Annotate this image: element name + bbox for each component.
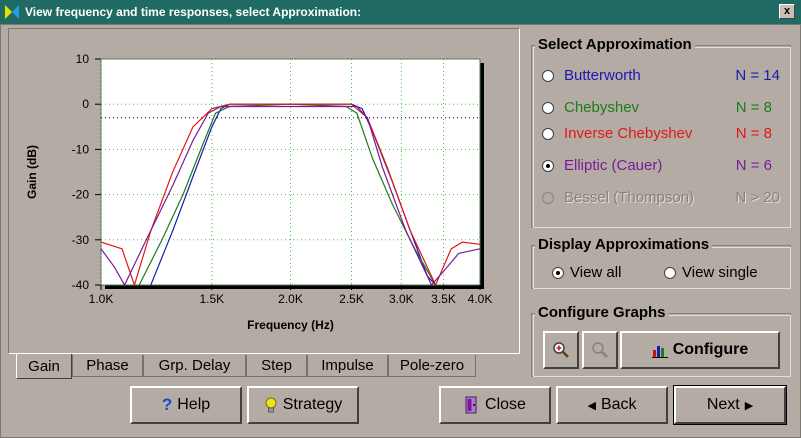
- graph-panel: 1.0K 1.5K 2.0K 2.5K 3.0K 3.5K 4.0K 10 0 -10 -20 -30…: [8, 28, 520, 354]
- y-tick-label: -40: [72, 278, 90, 292]
- x-tick-label: 3.0K: [389, 292, 414, 306]
- y-tick-label: 0: [82, 97, 89, 111]
- next-label: Next: [706, 396, 740, 413]
- help-button[interactable]: ? Help: [130, 386, 242, 424]
- tab-impulse[interactable]: Impulse: [307, 355, 388, 377]
- close-window-button[interactable]: x: [779, 4, 795, 19]
- radio-inverse-chebyshev[interactable]: [542, 127, 554, 140]
- zoom-in-button[interactable]: [543, 331, 579, 369]
- radio-bessel: [542, 191, 554, 204]
- close-button[interactable]: Close: [439, 386, 551, 424]
- tab-label: Grp. Delay: [158, 357, 231, 374]
- y-tick-label: -30: [72, 233, 90, 247]
- tab-label: Impulse: [321, 357, 374, 374]
- configure-label: Configure: [672, 341, 749, 358]
- lightbulb-icon: [265, 397, 277, 413]
- view-single-label: View single: [682, 264, 758, 281]
- tab-gain[interactable]: Gain: [16, 354, 72, 379]
- x-tick-label: 2.5K: [339, 292, 364, 306]
- x-tick-label: 4.0K: [468, 292, 493, 306]
- back-label: Back: [600, 396, 637, 413]
- x-tick-label: 3.5K: [431, 292, 456, 306]
- option-label: Elliptic (Cauer): [564, 157, 663, 174]
- option-label: Butterworth: [564, 67, 641, 84]
- strategy-button[interactable]: Strategy: [247, 386, 359, 424]
- gain-chart: 1.0K 1.5K 2.0K 2.5K 3.0K 3.5K 4.0K 10 0 -10 -20 -30…: [25, 52, 493, 332]
- app-icon: [5, 5, 19, 19]
- tab-label: Gain: [28, 357, 60, 375]
- door-icon: [465, 396, 477, 414]
- select-approximation-title: Select Approximation: [535, 36, 695, 53]
- help-label: Help: [177, 396, 211, 413]
- configure-graphs-title: Configure Graphs: [535, 304, 669, 321]
- radio-butterworth[interactable]: [542, 69, 554, 82]
- close-label: Close: [485, 396, 526, 413]
- y-tick-label: 10: [76, 52, 90, 66]
- back-button[interactable]: ◀ Back: [556, 386, 668, 424]
- zoom-in-icon: [553, 342, 569, 358]
- option-inverse-chebyshev[interactable]: Inverse Chebyshev N = 8: [542, 125, 782, 142]
- option-label: Chebyshev: [564, 99, 640, 116]
- option-order: N = 14: [735, 67, 780, 84]
- option-butterworth[interactable]: Butterworth N = 14: [542, 67, 782, 84]
- x-tick-label: 1.0K: [89, 292, 114, 306]
- x-axis-title: Frequency (Hz): [247, 318, 334, 332]
- configure-button[interactable]: Configure: [620, 331, 780, 369]
- option-view-all[interactable]: View all: [552, 264, 621, 281]
- option-order: N = 6: [735, 157, 772, 174]
- radio-view-single[interactable]: [664, 266, 676, 279]
- next-button[interactable]: Next ▶: [673, 385, 787, 425]
- bar-chart-icon: [651, 346, 668, 358]
- option-order: N = 8: [735, 125, 772, 142]
- tab-label: Phase: [86, 357, 129, 374]
- window-title: View frequency and time responses, selec…: [25, 5, 362, 19]
- question-mark-icon: ?: [161, 395, 173, 414]
- zoom-out-button[interactable]: [582, 331, 618, 369]
- chevron-left-icon: ◀: [587, 399, 596, 412]
- title-bar: View frequency and time responses, selec…: [0, 0, 801, 24]
- tab-pole-zero[interactable]: Pole-zero: [388, 355, 476, 377]
- tab-grp-delay[interactable]: Grp. Delay: [143, 355, 246, 377]
- radio-chebyshev[interactable]: [542, 101, 554, 114]
- x-tick-label: 2.0K: [278, 292, 303, 306]
- y-tick-label: -10: [72, 142, 90, 156]
- zoom-out-icon: [592, 342, 608, 358]
- radio-elliptic[interactable]: [542, 159, 554, 172]
- y-tick-label: -20: [72, 188, 90, 202]
- option-order: N = 8: [735, 99, 772, 116]
- option-elliptic[interactable]: Elliptic (Cauer) N = 6: [542, 157, 782, 174]
- tab-step[interactable]: Step: [246, 355, 307, 377]
- option-label: Bessel (Thompson): [564, 189, 695, 206]
- strategy-label: Strategy: [282, 396, 343, 413]
- tab-label: Pole-zero: [399, 357, 465, 374]
- tab-phase[interactable]: Phase: [72, 355, 143, 377]
- display-approximations-title: Display Approximations: [535, 236, 713, 253]
- option-bessel: Bessel (Thompson) N > 20: [542, 189, 782, 206]
- x-tick-label: 1.5K: [200, 292, 225, 306]
- radio-view-all[interactable]: [552, 266, 564, 279]
- view-all-label: View all: [570, 264, 622, 281]
- option-view-single[interactable]: View single: [664, 264, 758, 281]
- option-chebyshev[interactable]: Chebyshev N = 8: [542, 99, 782, 116]
- close-icon: x: [783, 5, 791, 17]
- option-order: N > 20: [735, 189, 780, 206]
- chevron-right-icon: ▶: [744, 399, 754, 412]
- tab-label: Step: [261, 357, 292, 374]
- y-axis-title: Gain (dB): [25, 145, 39, 199]
- option-label: Inverse Chebyshev: [564, 125, 693, 142]
